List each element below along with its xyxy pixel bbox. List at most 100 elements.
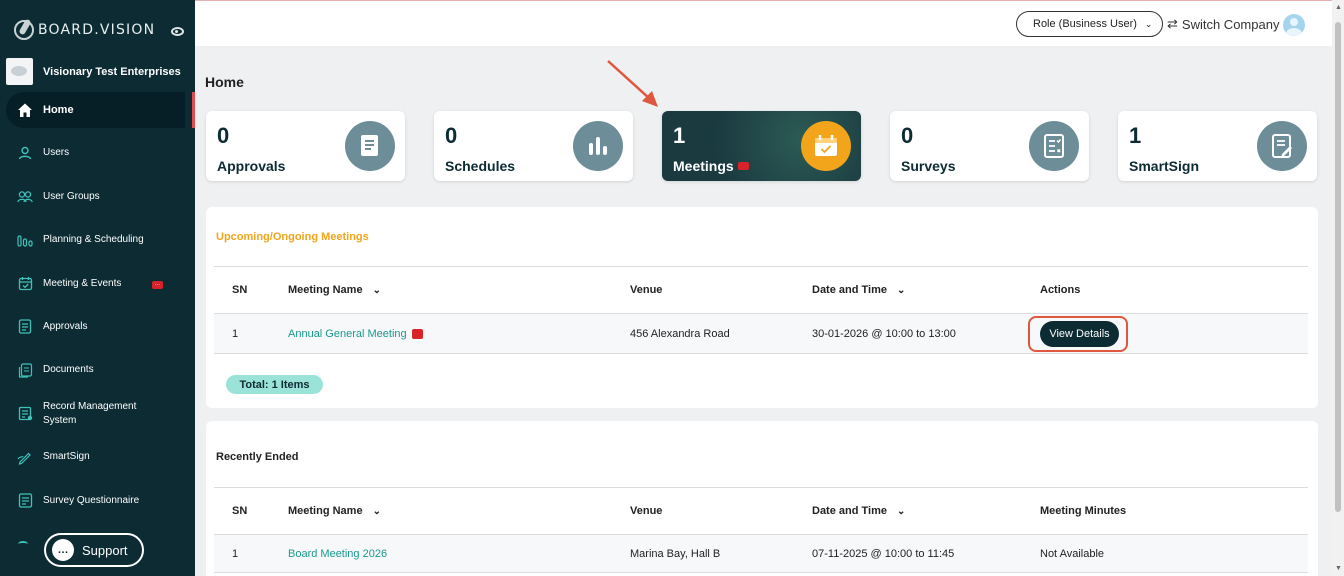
card-approvals[interactable]: 0 Approvals [206, 111, 405, 181]
sidebar-item-meetings[interactable]: Meeting & Events ... [0, 266, 195, 302]
switch-company-button[interactable]: ⇄ Switch Company [1167, 16, 1279, 32]
scroll-down-icon[interactable]: ▼ [1335, 565, 1342, 572]
card-count: 1 [673, 123, 686, 148]
column-header: Actions [1040, 284, 1081, 296]
document-icon [16, 318, 34, 336]
chat-icon[interactable] [411, 328, 423, 339]
table-header: SN Meeting Name ⌄ Venue Date and Time ⌄ … [214, 266, 1308, 314]
bar-chart-icon [16, 231, 34, 249]
scrollbar[interactable]: ▲ ▼ [1332, 0, 1344, 576]
sidebar-item-users[interactable]: Users [0, 135, 195, 171]
meeting-name-link[interactable]: Annual General Meeting [288, 328, 407, 340]
sign-icon [1257, 121, 1307, 171]
checklist-icon [1029, 121, 1079, 171]
sidebar-item-smartsign[interactable]: SmartSign [0, 439, 195, 475]
table-header: SN Meeting Name ⌄ Venue Date and Time ⌄ … [214, 487, 1308, 535]
row-sn: 1 [232, 327, 239, 340]
logo-icon [14, 20, 34, 40]
sidebar-item-label: Survey Questionnaire [43, 494, 140, 506]
partial-nav-icon [18, 541, 28, 547]
column-header: Venue [630, 284, 663, 296]
scroll-thumb[interactable] [1335, 22, 1341, 512]
column-header: SN [232, 505, 248, 517]
card-count: 1 [1129, 123, 1142, 148]
column-label: Date and Time [812, 284, 887, 296]
sidebar-item-user-groups[interactable]: User Groups [0, 179, 195, 215]
row-sn: 1 [232, 547, 239, 560]
meeting-name-cell: Board Meeting 2026 [288, 535, 387, 572]
panel-title: Upcoming/Ongoing Meetings [216, 231, 369, 243]
sidebar-item-home[interactable]: Home [6, 92, 195, 128]
sidebar-item-label: Meeting & Events [43, 277, 122, 289]
chevron-down-icon[interactable]: ⌄ [373, 285, 381, 296]
column-header-sortable[interactable]: Date and Time ⌄ [812, 488, 905, 534]
chevron-down-icon[interactable]: ⌄ [897, 285, 905, 296]
brand-logo[interactable]: BOARD.VISION [14, 20, 155, 40]
record-icon [16, 405, 34, 423]
sidebar-item-planning[interactable]: Planning & Scheduling [0, 222, 195, 258]
chat-badge [737, 162, 749, 171]
sidebar-item-label: Users [43, 147, 70, 159]
company-selector[interactable]: Visionary Test Enterprises [6, 58, 181, 85]
card-smartsign[interactable]: 1 SmartSign [1118, 111, 1317, 181]
card-count: 0 [217, 123, 230, 148]
user-icon [16, 144, 34, 162]
sidebar-item-label: Documents [43, 364, 94, 376]
sidebar-nav: Home Users User Groups Planning & Schedu… [0, 92, 195, 526]
company-avatar [6, 58, 33, 85]
user-avatar[interactable] [1283, 14, 1305, 36]
card-label-text: Meetings [673, 158, 734, 174]
documents-icon [16, 361, 34, 379]
card-label: Schedules [445, 158, 516, 174]
meeting-name-link[interactable]: Board Meeting 2026 [288, 548, 387, 560]
chevron-down-icon[interactable]: ⌄ [373, 506, 381, 517]
chevron-down-icon: ⌄ [1144, 18, 1153, 29]
sidebar-item-label: Planning & Scheduling [43, 234, 144, 246]
column-header: Venue [630, 505, 663, 517]
role-select[interactable]: Role (Business User) ⌄ [1016, 11, 1163, 37]
card-label: Meetings [673, 158, 749, 174]
table-row: 1 Annual General Meeting 456 Alexandra R… [214, 314, 1308, 354]
column-header: Meeting Minutes [1040, 505, 1127, 517]
eye-icon[interactable] [171, 27, 184, 36]
switch-icon: ⇄ [1167, 16, 1178, 31]
recently-ended-panel: Recently Ended SN Meeting Name ⌄ Venue D… [206, 421, 1318, 576]
view-details-button[interactable]: View Details [1040, 321, 1119, 347]
switch-company-label: Switch Company [1181, 16, 1280, 32]
support-button[interactable]: … Support [44, 533, 144, 567]
card-schedules[interactable]: 0 Schedules [434, 111, 633, 181]
venue-cell: Marina Bay, Hall B [630, 547, 721, 560]
sidebar-item-documents[interactable]: Documents [0, 352, 195, 388]
support-label: Support [82, 542, 128, 558]
sidebar-item-approvals[interactable]: Approvals [0, 309, 195, 345]
scroll-up-icon[interactable]: ▲ [1335, 4, 1342, 11]
column-label: Date and Time [812, 505, 887, 517]
card-label: Surveys [901, 158, 956, 174]
table-row: 1 Board Meeting 2026 Marina Bay, Hall B … [214, 535, 1308, 573]
annotation-arrow-icon [607, 60, 658, 107]
top-bar: Role (Business User) ⌄ ⇄ Switch Company [195, 0, 1344, 46]
column-header: SN [232, 284, 248, 296]
brand-name: BOARD.VISION [38, 22, 156, 38]
sidebar-item-records[interactable]: Record Management System [0, 396, 195, 432]
column-header-sortable[interactable]: Meeting Name ⌄ [288, 267, 381, 313]
sidebar: BOARD.VISION Visionary Test Enterprises … [0, 0, 195, 576]
sidebar-item-label: SmartSign [43, 451, 90, 463]
sidebar-item-label: Record Management System [43, 400, 137, 426]
home-icon [16, 101, 34, 119]
chat-icon: … [52, 539, 74, 561]
card-meetings[interactable]: 1 Meetings [662, 111, 861, 181]
chevron-down-icon[interactable]: ⌄ [897, 506, 905, 517]
column-header-sortable[interactable]: Date and Time ⌄ [812, 267, 905, 313]
datetime-cell: 07-11-2025 @ 10:00 to 11:45 [812, 547, 955, 560]
meeting-name-cell: Annual General Meeting [288, 314, 423, 353]
column-label: Meeting Name [288, 505, 363, 517]
sidebar-item-survey[interactable]: Survey Questionnaire [0, 483, 195, 519]
pen-icon [16, 448, 34, 466]
card-surveys[interactable]: 0 Surveys [890, 111, 1089, 181]
sidebar-item-label: Approvals [43, 320, 88, 332]
datetime-cell: 30-01-2026 @ 10:00 to 13:00 [812, 327, 956, 340]
bar-chart-icon [573, 121, 623, 171]
column-header-sortable[interactable]: Meeting Name ⌄ [288, 488, 381, 534]
calendar-icon [801, 121, 851, 171]
